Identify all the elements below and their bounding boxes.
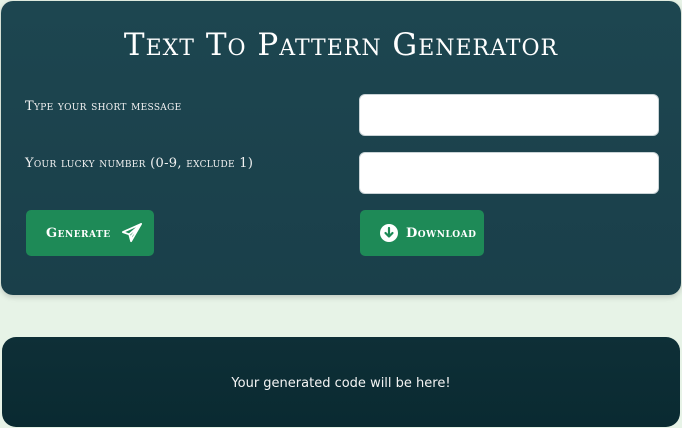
generate-button-label: Generate <box>46 225 111 241</box>
message-input[interactable] <box>359 94 659 136</box>
lucky-number-label: Your lucky number (0-9, exclude 1) <box>25 156 254 171</box>
page-title: Text To Pattern Generator <box>123 27 559 63</box>
generator-panel: Text To Pattern Generator Type your shor… <box>1 1 681 295</box>
generate-button[interactable]: Generate <box>26 210 154 256</box>
message-label: Type your short message <box>25 99 182 114</box>
download-button[interactable]: Download <box>360 210 484 256</box>
paper-plane-icon <box>121 223 143 243</box>
lucky-number-input[interactable] <box>359 152 659 194</box>
arrow-down-circle-icon <box>380 224 398 242</box>
generated-code-output: Your generated code will be here! <box>231 375 451 391</box>
output-panel: Your generated code will be here! <box>2 337 680 427</box>
download-button-label: Download <box>406 225 477 241</box>
